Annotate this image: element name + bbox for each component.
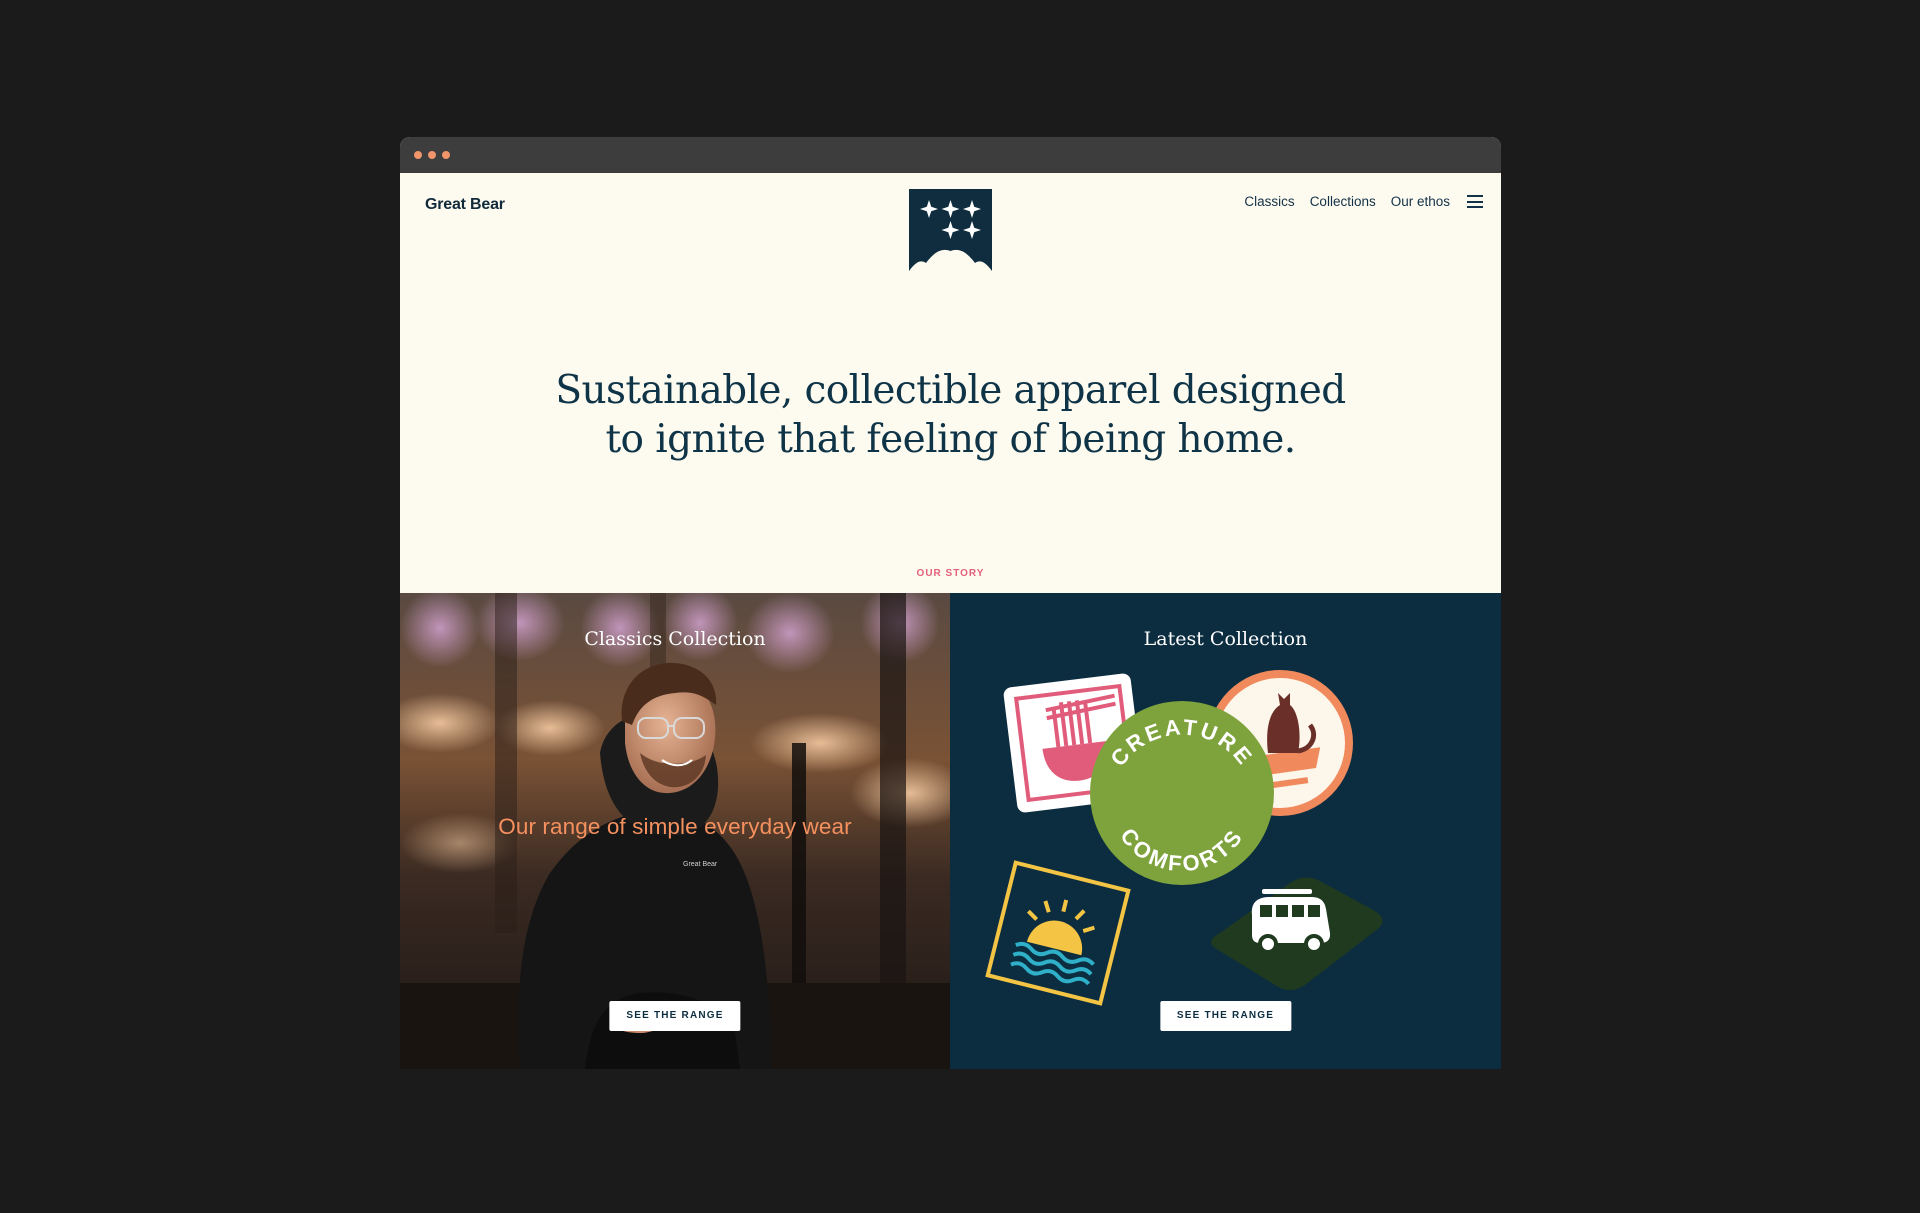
hero-headline-line1: Sustainable, collectible apparel designe…: [555, 368, 1346, 413]
menu-icon[interactable]: [1467, 195, 1483, 208]
campervan-icon: [1211, 877, 1383, 990]
collections-panels: Great Bear Classics Collection Our range…: [400, 593, 1501, 1069]
window-dot-icon[interactable]: [442, 151, 450, 159]
nav-collections[interactable]: Collections: [1310, 194, 1376, 209]
sticker-illustration: CREATURE COMFORTS: [985, 670, 1383, 1006]
star-flag-logo[interactable]: [909, 189, 992, 271]
classics-panel[interactable]: Great Bear Classics Collection Our range…: [400, 593, 950, 1069]
hero-section: Great Bear Classics Collections Our etho…: [400, 173, 1501, 593]
classics-see-range-button[interactable]: SEE THE RANGE: [609, 1001, 741, 1031]
browser-chrome: [400, 137, 1501, 173]
main-nav: Classics Collections Our ethos: [1244, 194, 1483, 209]
hero-headline: Sustainable, collectible apparel designe…: [400, 366, 1501, 464]
brand-name[interactable]: Great Bear: [425, 196, 505, 214]
latest-see-range-button[interactable]: SEE THE RANGE: [1159, 1001, 1292, 1031]
hoodie-print: Great Bear: [683, 861, 718, 868]
our-story-link[interactable]: OUR STORY: [400, 568, 1501, 579]
classics-tagline: Our range of simple everyday wear: [498, 814, 852, 839]
nav-classics[interactable]: Classics: [1244, 194, 1294, 209]
page: Great Bear Classics Collections Our etho…: [400, 173, 1501, 1069]
window-dot-icon[interactable]: [414, 151, 422, 159]
hero-headline-line2: to ignite that feeling of being home.: [605, 417, 1296, 462]
sunset-icon: [985, 860, 1131, 1006]
nav-our-ethos[interactable]: Our ethos: [1391, 194, 1450, 209]
browser-window: Great Bear Classics Collections Our etho…: [400, 137, 1501, 1069]
window-controls: [414, 151, 450, 159]
classics-title: Classics Collection: [584, 628, 766, 650]
creature-comforts-badge: CREATURE COMFORTS: [1090, 701, 1274, 885]
window-dot-icon[interactable]: [428, 151, 436, 159]
latest-panel[interactable]: Latest Collection CREATURE COMFORTS SEE …: [950, 593, 1501, 1069]
